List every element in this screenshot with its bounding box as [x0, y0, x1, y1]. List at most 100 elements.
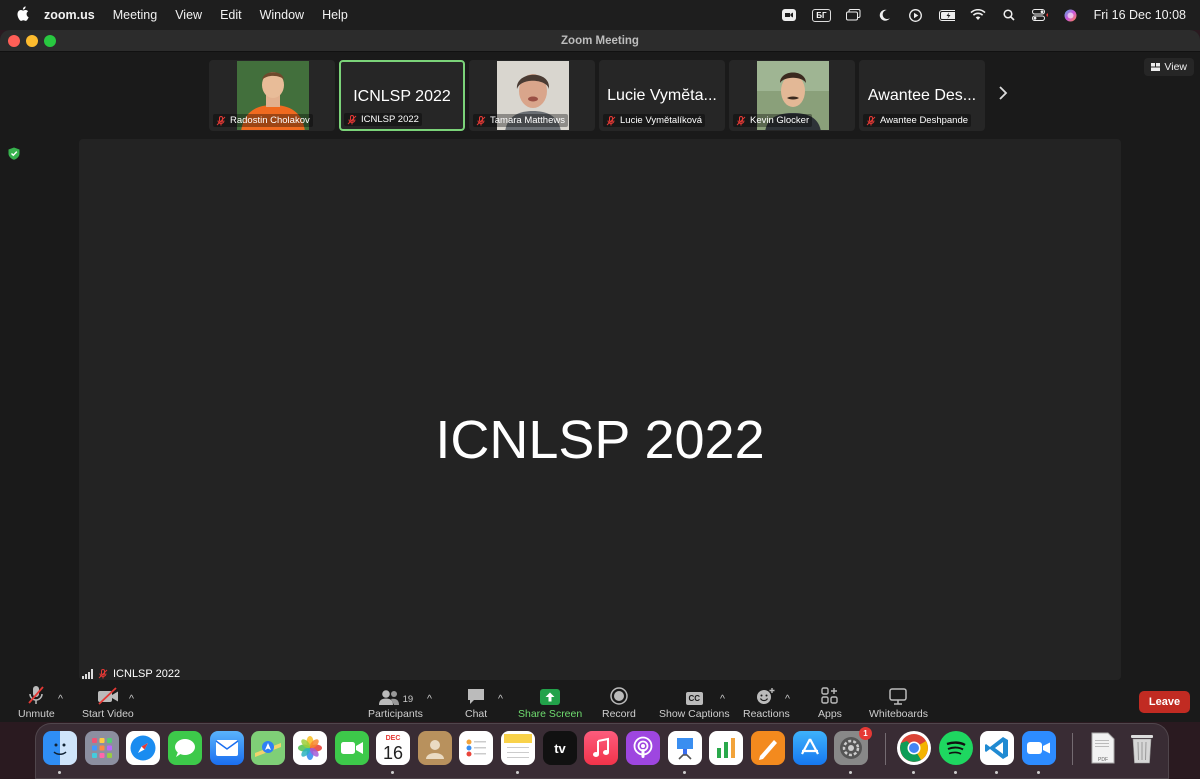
muted-mic-icon: [736, 115, 746, 125]
spotify-icon[interactable]: [939, 731, 973, 765]
reactions-chevron-icon[interactable]: ^: [785, 693, 790, 705]
menubar-clock[interactable]: Fri 16 Dec 10:08: [1094, 8, 1186, 22]
active-speaker-name: ICNLSP 2022: [435, 410, 765, 470]
reactions-button[interactable]: Reactions: [743, 685, 790, 720]
finder-icon[interactable]: [43, 731, 77, 765]
participant-thumbnail-strip: Radostin Cholakov ICNLSP 2022 ICNLSP 202…: [209, 60, 985, 131]
trash-icon[interactable]: [1125, 731, 1159, 765]
maximize-window-button[interactable]: [44, 35, 56, 47]
audio-options-chevron-icon[interactable]: ^: [58, 693, 63, 705]
whiteboards-label: Whiteboards: [869, 708, 928, 720]
participant-thumbnail[interactable]: Awantee Des... Awantee Deshpande: [859, 60, 985, 131]
app-store-icon[interactable]: [793, 731, 827, 765]
window-title: Zoom Meeting: [561, 34, 639, 47]
participants-button[interactable]: 19 Participants: [368, 685, 423, 720]
mail-icon[interactable]: [210, 731, 244, 765]
captions-chevron-icon[interactable]: ^: [720, 693, 725, 705]
menu-window[interactable]: Window: [260, 8, 304, 22]
pdf-label: PDF: [1098, 757, 1108, 763]
participant-name: Kevin Glocker: [750, 115, 810, 126]
menu-help[interactable]: Help: [322, 8, 348, 22]
participant-thumbnail[interactable]: Lucie Vymĕta... Lucie Vymětalíková: [599, 60, 725, 131]
music-icon[interactable]: [584, 731, 618, 765]
chat-button[interactable]: Chat: [465, 685, 487, 720]
apps-label: Apps: [818, 708, 842, 720]
unmute-button[interactable]: Unmute: [18, 685, 55, 720]
menu-bar: zoom.us Meeting View Edit Window Help БГ: [0, 0, 1200, 30]
participants-label: Participants: [368, 708, 423, 720]
menu-app-name[interactable]: zoom.us: [44, 8, 95, 22]
apps-button[interactable]: Apps: [818, 685, 842, 720]
video-options-chevron-icon[interactable]: ^: [129, 693, 134, 705]
contacts-icon[interactable]: [418, 731, 452, 765]
participants-chevron-icon[interactable]: ^: [427, 693, 432, 705]
chrome-icon[interactable]: [897, 731, 931, 765]
active-speaker-view[interactable]: ICNLSP 2022: [79, 139, 1121, 680]
record-button[interactable]: Record: [602, 685, 636, 720]
window-switch-icon[interactable]: [846, 8, 862, 22]
podcasts-icon[interactable]: [626, 731, 660, 765]
launchpad-icon[interactable]: [85, 731, 119, 765]
muted-mic-icon: [866, 115, 876, 125]
participant-thumbnail-active[interactable]: ICNLSP 2022 ICNLSP 2022: [339, 60, 465, 131]
apple-tv-icon[interactable]: tv: [543, 731, 577, 765]
facetime-icon[interactable]: [335, 731, 369, 765]
reactions-label: Reactions: [743, 708, 790, 720]
calendar-icon[interactable]: DEC 16: [376, 731, 410, 765]
search-icon[interactable]: [1001, 8, 1017, 22]
view-button[interactable]: View: [1144, 58, 1194, 76]
battery-icon[interactable]: [938, 8, 955, 22]
muted-mic-icon: [347, 114, 357, 124]
window-titlebar[interactable]: Zoom Meeting: [0, 30, 1200, 52]
participant-name-tag: Awantee Deshpande: [863, 114, 972, 127]
keyboard-layout-indicator[interactable]: БГ: [812, 8, 831, 22]
zoom-menubar-icon[interactable]: [781, 8, 797, 22]
participant-thumbnail[interactable]: Tamara Matthews: [469, 60, 595, 131]
smiley-plus-icon: [757, 688, 775, 704]
macos-dock: DEC 16 tv 1 PDF: [35, 723, 1169, 779]
pdf-document-icon[interactable]: PDF: [1086, 731, 1120, 765]
reminders-icon[interactable]: [459, 731, 493, 765]
participant-name: Awantee Deshpande: [880, 115, 969, 126]
participant-thumbnail[interactable]: Radostin Cholakov: [209, 60, 335, 131]
muted-mic-icon: [606, 115, 616, 125]
safari-icon[interactable]: [126, 731, 160, 765]
shield-icon[interactable]: [8, 147, 20, 160]
menu-edit[interactable]: Edit: [220, 8, 242, 22]
control-center-icon[interactable]: [1031, 8, 1048, 22]
maps-icon[interactable]: [251, 731, 285, 765]
vscode-icon[interactable]: [980, 731, 1014, 765]
video-off-icon: [97, 687, 118, 705]
wifi-icon[interactable]: [970, 8, 986, 22]
share-screen-button[interactable]: Share Screen: [518, 685, 582, 720]
start-video-label: Start Video: [82, 708, 134, 720]
calendar-day: 16: [382, 742, 404, 763]
whiteboards-button[interactable]: Whiteboards: [869, 685, 928, 720]
messages-icon[interactable]: [168, 731, 202, 765]
start-video-button[interactable]: Start Video: [82, 685, 134, 720]
apple-logo-icon[interactable]: [16, 6, 30, 24]
photos-icon[interactable]: [293, 731, 327, 765]
close-window-button[interactable]: [8, 35, 20, 47]
chevron-right-icon[interactable]: [998, 84, 1008, 105]
participant-thumbnail[interactable]: Kevin Glocker: [729, 60, 855, 131]
participant-display-name: Lucie Vymĕta...: [607, 87, 717, 104]
siri-icon[interactable]: [1063, 8, 1079, 22]
menu-view[interactable]: View: [175, 8, 202, 22]
system-settings-icon[interactable]: 1: [834, 727, 872, 765]
chat-chevron-icon[interactable]: ^: [498, 693, 503, 705]
muted-mic-icon: [476, 115, 486, 125]
zoom-app-icon[interactable]: [1022, 731, 1056, 765]
whiteboard-icon: [889, 688, 908, 705]
keynote-icon[interactable]: [668, 731, 702, 765]
leave-button[interactable]: Leave: [1139, 691, 1190, 713]
moon-icon[interactable]: [877, 8, 893, 22]
numbers-icon[interactable]: [709, 731, 743, 765]
play-icon[interactable]: [908, 8, 924, 22]
minimize-window-button[interactable]: [26, 35, 38, 47]
menu-meeting[interactable]: Meeting: [113, 8, 157, 22]
active-speaker-label: ICNLSP 2022: [82, 668, 180, 680]
apps-icon: [821, 687, 838, 704]
notes-icon[interactable]: [501, 731, 535, 765]
pages-icon[interactable]: [751, 731, 785, 765]
